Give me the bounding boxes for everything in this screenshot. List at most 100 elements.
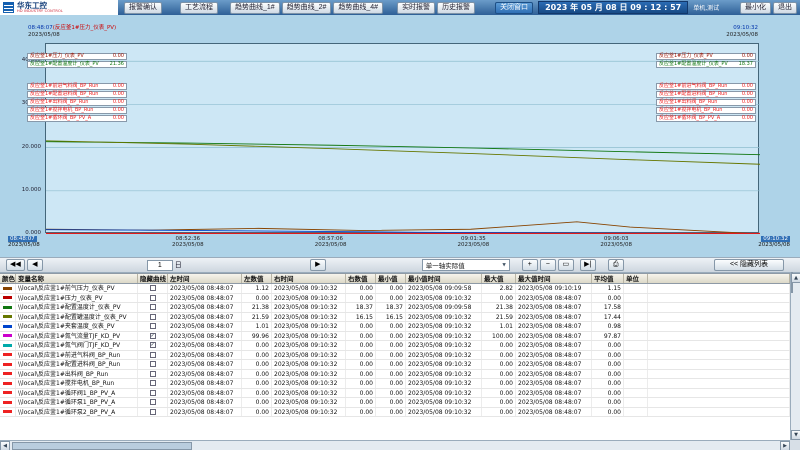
- scroll-left-icon[interactable]: ◀: [0, 441, 10, 450]
- hide-curve-checkbox[interactable]: [150, 352, 156, 358]
- go-to-end-button[interactable]: ▶|: [580, 259, 596, 271]
- max-time-cell: 2023/05/08 08:48:07: [516, 389, 592, 398]
- table-empty-space: [0, 417, 790, 440]
- table-row[interactable]: \\local\反应釜1#配置罐温度计_仪表_PV2023/05/08 08:4…: [0, 313, 790, 323]
- color-swatch: [3, 363, 12, 366]
- avg-value-cell: 0.00: [592, 351, 624, 360]
- table-row[interactable]: \\local\反应釜1#压力_仪表_PV2023/05/08 08:48:07…: [0, 294, 790, 304]
- table-row[interactable]: \\local\反应釜1#出料阀_BP_Run2023/05/08 08:48:…: [0, 370, 790, 380]
- right-time-cell: 2023/05/08 09:10:32: [272, 294, 346, 303]
- hide-curve-checkbox[interactable]: [150, 285, 156, 291]
- column-header: 最大值时间: [516, 274, 592, 283]
- row-filler-cell: [648, 360, 790, 369]
- trend-plot-area[interactable]: [45, 43, 759, 233]
- hide-curve-checkbox[interactable]: [150, 323, 156, 329]
- left-value-cell: 99.96: [242, 332, 272, 341]
- hide-list-button[interactable]: << 隐藏列表: [714, 259, 784, 271]
- column-header: 变量名称: [16, 274, 138, 283]
- horizontal-scroll-thumb[interactable]: [12, 442, 192, 450]
- print-button[interactable]: ⎙: [608, 259, 624, 271]
- legend-label: 反应釜1#配置温度计_仪表_PV: [30, 62, 99, 67]
- legend-label: 反应釜1#出料阀_BP_Run: [30, 100, 88, 105]
- row-filler-cell: [648, 303, 790, 312]
- legend-label: 反应釜1#出料阀_BP_Run: [659, 100, 717, 105]
- scroll-up-icon[interactable]: ▲: [791, 273, 800, 283]
- zoom-in-button[interactable]: +: [522, 259, 538, 271]
- table-row[interactable]: \\local\反应釜1#氮气阀门TJF_KD_PV✓2023/05/08 08…: [0, 341, 790, 351]
- legend-label: 反应釜1#配置进料阀_BP_Run: [659, 92, 727, 97]
- zoom-out-button[interactable]: −: [540, 259, 556, 271]
- minimize-button[interactable]: 最小化: [740, 2, 771, 14]
- axis-mode-select[interactable]: 单一轴实际值 ▼: [422, 259, 510, 271]
- step-back-button[interactable]: ◀: [27, 259, 43, 271]
- color-swatch: [3, 315, 12, 318]
- hide-curve-checkbox[interactable]: [150, 390, 156, 396]
- table-row[interactable]: \\local\反应釜1#循环阀1_BP_PV_A2023/05/08 08:4…: [0, 389, 790, 399]
- scroll-down-icon[interactable]: ▼: [791, 430, 800, 440]
- trend-4-button[interactable]: 趋势曲线_4#: [333, 2, 383, 14]
- right-value-cell: 0.00: [346, 332, 376, 341]
- interval-input[interactable]: [147, 260, 173, 271]
- legend-item: 反应釜1#搅拌电机_BP_Run0.00: [27, 107, 127, 114]
- column-header: 最大值: [482, 274, 516, 283]
- left-cursor-time: 08:48:07: [28, 25, 53, 31]
- table-row[interactable]: \\local\反应釜1#配置温度计_仪表_PV2023/05/08 08:48…: [0, 303, 790, 313]
- table-row[interactable]: \\local\反应釜1#循环泵1_BP_PV_A2023/05/08 08:4…: [0, 398, 790, 408]
- row-color-cell: [0, 313, 16, 322]
- row-filler-cell: [648, 370, 790, 379]
- vertical-scrollbar[interactable]: ▲ ▼: [790, 273, 800, 440]
- alarm-confirm-button[interactable]: 报警确认: [124, 2, 162, 14]
- row-filler-cell: [648, 332, 790, 341]
- column-header: 最小值时间: [406, 274, 482, 283]
- left-time-cell: 2023/05/08 08:48:07: [168, 370, 242, 379]
- variable-name-cell: \\local\反应釜1#氮气流量TJF_KD_PV: [16, 332, 138, 341]
- hide-curve-checkbox[interactable]: ✓: [150, 333, 156, 339]
- printer-icon: ⎙: [613, 261, 619, 268]
- hide-curve-checkbox[interactable]: [150, 304, 156, 310]
- hide-curve-checkbox[interactable]: [150, 314, 156, 320]
- scroll-right-icon[interactable]: ▶: [780, 441, 790, 450]
- step-forward-button[interactable]: ▶: [310, 259, 326, 271]
- table-row[interactable]: \\local\反应釜1#夹套温度_仪表_PV2023/05/08 08:48:…: [0, 322, 790, 332]
- history-alarm-button[interactable]: 历史报警: [437, 2, 475, 14]
- column-header: 颜色: [0, 274, 16, 283]
- trend-1-button[interactable]: 趋势曲线_1#: [230, 2, 280, 14]
- page-back-button[interactable]: ◀◀: [6, 259, 25, 271]
- zoom-fit-button[interactable]: ▭: [558, 259, 574, 271]
- table-row[interactable]: \\local\反应釜1#循环泵2_BP_PV_A2023/05/08 08:4…: [0, 408, 790, 418]
- legend-value: 0.00: [742, 116, 753, 121]
- table-row[interactable]: \\local\反应釜1#前进气料阀_BP_Run2023/05/08 08:4…: [0, 351, 790, 361]
- min-value-cell: 0.00: [376, 398, 406, 407]
- process-flow-button[interactable]: 工艺流程: [180, 2, 218, 14]
- horizontal-scrollbar[interactable]: ◀ ▶: [0, 440, 790, 450]
- right-time-cell: 2023/05/08 09:10:32: [272, 303, 346, 312]
- close-window-button[interactable]: 关闭窗口: [495, 2, 533, 14]
- right-time-cell: 2023/05/08 09:10:32: [272, 322, 346, 331]
- table-row[interactable]: \\local\反应釜1#搅拌电机_BP_Run2023/05/08 08:48…: [0, 379, 790, 389]
- hide-curve-checkbox[interactable]: ✓: [150, 342, 156, 348]
- hide-curve-checkbox[interactable]: [150, 295, 156, 301]
- avg-value-cell: 97.87: [592, 332, 624, 341]
- right-time-cell: 2023/05/08 09:10:32: [272, 341, 346, 350]
- hide-curve-checkbox[interactable]: [150, 371, 156, 377]
- x-axis-tick: 09:06:032023/05/08: [600, 236, 632, 248]
- min-value-cell: 0.00: [376, 294, 406, 303]
- legend-value: 0.00: [113, 108, 124, 113]
- max-value-cell: 0.00: [482, 389, 516, 398]
- legend-value: 0.00: [113, 92, 124, 97]
- exit-button[interactable]: 退出: [773, 2, 797, 14]
- table-row[interactable]: \\local\反应釜1#配置进料阀_BP_Run2023/05/08 08:4…: [0, 360, 790, 370]
- table-row[interactable]: \\local\反应釜1#氮气流量TJF_KD_PV✓2023/05/08 08…: [0, 332, 790, 342]
- realtime-alarm-button[interactable]: 实时报警: [397, 2, 435, 14]
- hide-curve-checkbox[interactable]: [150, 361, 156, 367]
- left-cursor-variable: (反应釜1#压力_仪表_PV): [53, 25, 116, 31]
- hide-curve-checkbox[interactable]: [150, 409, 156, 415]
- color-swatch: [3, 382, 12, 385]
- hide-curve-checkbox[interactable]: [150, 399, 156, 405]
- row-color-cell: [0, 284, 16, 293]
- hide-curve-cell: [138, 294, 168, 303]
- table-row[interactable]: \\local\反应釜1#前气压力_仪表_PV2023/05/08 08:48:…: [0, 284, 790, 294]
- variable-name-cell: \\local\反应釜1#压力_仪表_PV: [16, 294, 138, 303]
- hide-curve-checkbox[interactable]: [150, 380, 156, 386]
- trend-2-button[interactable]: 趋势曲线_2#: [282, 2, 332, 14]
